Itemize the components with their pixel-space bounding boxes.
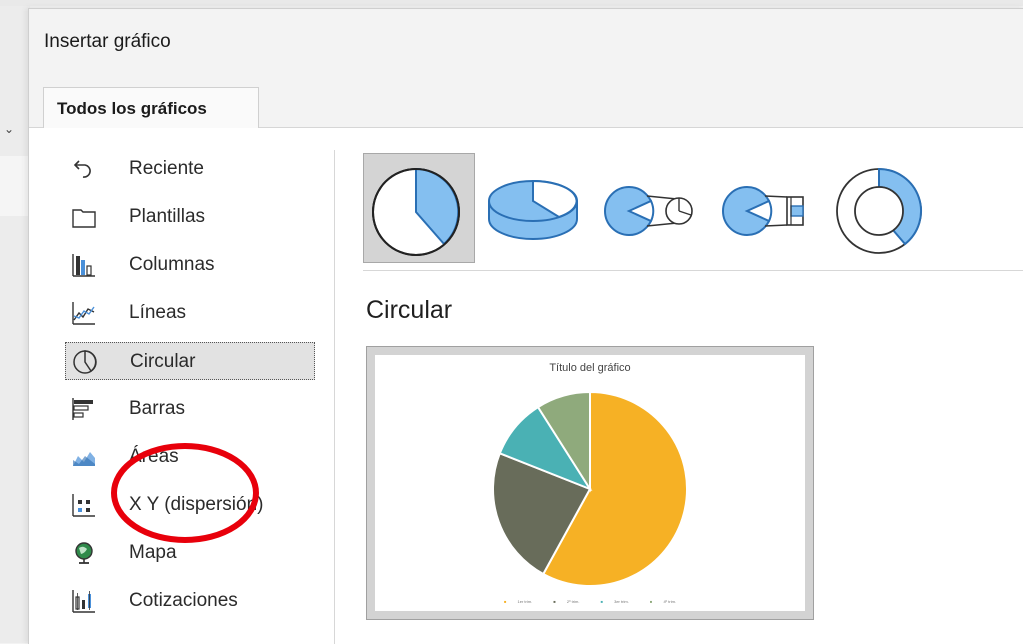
pie-of-pie-icon bbox=[604, 186, 693, 236]
legend-item: ■ 2º trim. bbox=[553, 599, 580, 604]
background-band bbox=[0, 156, 30, 216]
chart-legend: ■ 1er trim. ■ 2º trim. ■ 3er trim. ■ 4º … bbox=[375, 599, 805, 604]
legend-item: ■ 1er trim. bbox=[503, 599, 533, 604]
pie-subtype-strip bbox=[363, 153, 923, 263]
scatter-chart-icon bbox=[72, 494, 95, 517]
dialog-title: Insertar gráfico bbox=[44, 31, 171, 52]
category-pie[interactable]: Circular bbox=[65, 342, 315, 380]
pie-chart bbox=[492, 390, 688, 587]
legend-label: 3er trim. bbox=[614, 599, 629, 604]
map-globe-icon bbox=[75, 542, 93, 564]
category-lines[interactable]: Líneas bbox=[65, 294, 315, 332]
subtype-pie-3d[interactable] bbox=[481, 153, 593, 263]
subtype-pie[interactable] bbox=[363, 153, 475, 263]
insert-chart-dialog: Insertar gráfico Todos los gráficos Reci… bbox=[28, 8, 1023, 644]
pie-chart-icon bbox=[73, 350, 97, 374]
chevron-down-icon[interactable]: ⌄ bbox=[4, 122, 14, 136]
legend-label: 1er trim. bbox=[517, 599, 533, 604]
category-stock[interactable]: Cotizaciones bbox=[65, 582, 315, 620]
category-label: Líneas bbox=[129, 302, 187, 323]
bar-chart-icon bbox=[72, 398, 93, 420]
background-window-edge bbox=[0, 6, 30, 643]
category-bars[interactable]: Barras bbox=[65, 390, 315, 428]
pie-3d-icon bbox=[488, 179, 578, 240]
subtype-pie-of-pie[interactable] bbox=[599, 153, 711, 263]
category-label: Mapa bbox=[129, 542, 177, 563]
selected-chart-heading: Circular bbox=[366, 296, 453, 324]
pie-icon bbox=[372, 167, 460, 256]
column-chart-icon bbox=[72, 254, 95, 277]
tab-all-charts[interactable]: Todos los gráficos bbox=[43, 87, 259, 128]
recent-icon bbox=[73, 160, 91, 178]
subtype-doughnut[interactable] bbox=[835, 153, 923, 263]
line-chart-icon bbox=[72, 302, 95, 325]
preview-footer-area bbox=[366, 620, 814, 644]
area-chart-icon bbox=[73, 452, 95, 466]
templates-folder-icon bbox=[72, 209, 96, 228]
red-highlight-ellipse bbox=[111, 443, 259, 543]
category-recent[interactable]: Reciente bbox=[65, 150, 315, 188]
horizontal-separator bbox=[363, 270, 1023, 271]
category-label: Barras bbox=[129, 398, 185, 419]
doughnut-icon bbox=[836, 167, 922, 254]
subtype-bar-of-pie[interactable] bbox=[717, 153, 829, 263]
legend-item: ■ 4º trim. bbox=[649, 599, 677, 604]
legend-item: ■ 3er trim. bbox=[600, 599, 629, 604]
legend-label: 2º trim. bbox=[566, 599, 580, 604]
stock-chart-icon bbox=[72, 590, 95, 613]
legend-label: 4º trim. bbox=[663, 599, 677, 604]
vertical-separator bbox=[334, 150, 335, 644]
background-window-top bbox=[0, 0, 1023, 6]
chart-preview-canvas: Título del gráfico ■ 1er trim. ■ 2º trim… bbox=[375, 355, 805, 611]
category-templates[interactable]: Plantillas bbox=[65, 198, 315, 236]
category-label: Circular bbox=[130, 351, 196, 372]
bar-of-pie-icon bbox=[722, 186, 804, 236]
dialog-content: Reciente Plantillas Columnas Líneas Circ… bbox=[29, 128, 1023, 644]
chart-preview[interactable]: Título del gráfico ■ 1er trim. ■ 2º trim… bbox=[366, 346, 814, 620]
category-columns[interactable]: Columnas bbox=[65, 246, 315, 284]
category-label: Columnas bbox=[129, 254, 215, 275]
category-label: Plantillas bbox=[129, 206, 206, 227]
category-label: Reciente bbox=[129, 158, 204, 179]
category-label: Cotizaciones bbox=[129, 590, 238, 611]
